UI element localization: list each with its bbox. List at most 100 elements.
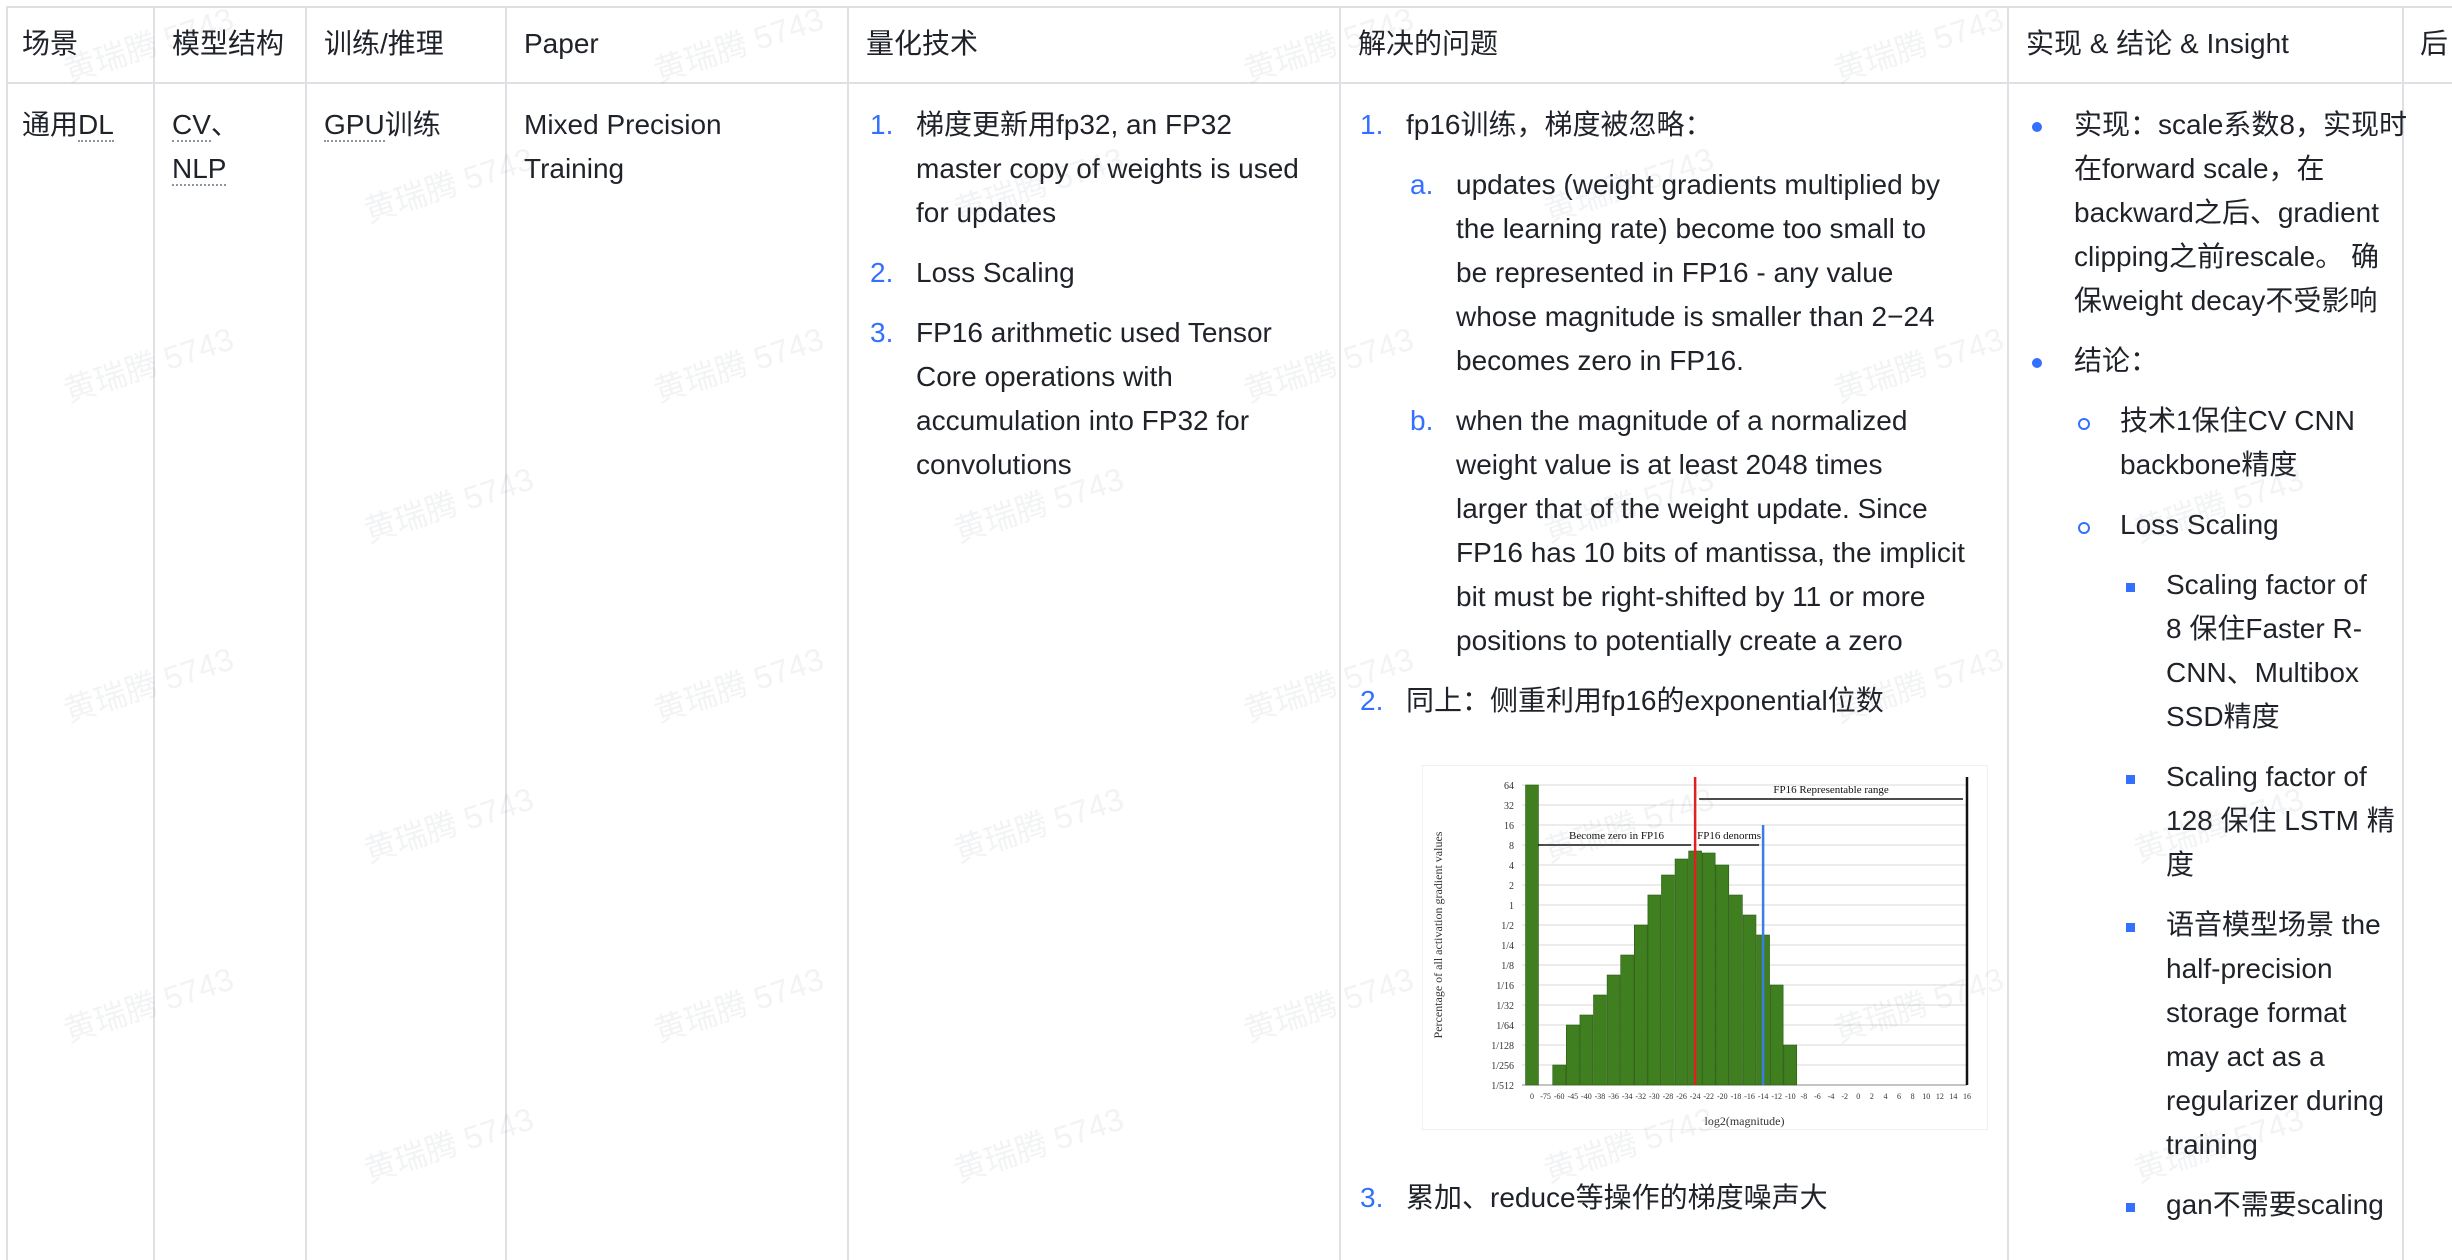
cell-train-infer[interactable]: GPU训练: [324, 103, 441, 147]
y-tick-label: 1: [1509, 901, 1514, 912]
insight-line: 实现：scale系数8，实现时: [2074, 109, 2407, 140]
x-tick-label: -26: [1676, 1092, 1687, 1101]
watermark-text: 黄瑞腾 5743: [949, 780, 1128, 870]
sub-line: updates (weight gradients multiplied by: [1456, 169, 1941, 200]
scaling-item-4: gan不需要scaling: [2120, 1183, 2418, 1227]
histogram-bar: [1742, 914, 1757, 1086]
header-model[interactable]: 模型结构: [172, 24, 284, 64]
y-tick-label: 1/4: [1501, 941, 1514, 952]
bullet-dot: [2032, 358, 2042, 368]
cell-scene[interactable]: 通用DL: [22, 103, 114, 147]
histogram-bar: [1633, 924, 1648, 1086]
scene-text: 通用: [22, 109, 79, 140]
scaling-line: regularizer during: [2166, 1085, 2384, 1116]
x-tick-label: -45: [1567, 1092, 1578, 1101]
header-insight[interactable]: 实现 & 结论 & Insight: [2026, 24, 2289, 64]
problem-number: 2.: [1360, 685, 1384, 716]
scaling-line: 语音模型场景 the: [2166, 909, 2381, 940]
paper-line: Training: [524, 153, 625, 184]
y-tick-label: 1/64: [1496, 1021, 1514, 1032]
histogram-bar: [1661, 874, 1675, 1086]
conclusion-label: 结论：: [2074, 345, 2159, 376]
scaling-item-1: Scaling factor of 8 保住Faster R- CNN、Mult…: [2120, 563, 2418, 739]
bullet-square: [2126, 775, 2135, 784]
x-tick-label: -28: [1663, 1092, 1674, 1101]
scaling-item-2: Scaling factor of 128 保住 LSTM 精 度: [2120, 755, 2418, 887]
watermark-text: 黄瑞腾 5743: [359, 780, 538, 870]
conclusion-line: 技术1保住CV CNN: [2120, 405, 2355, 436]
bullet-ring: [2078, 522, 2090, 534]
sub-line: weight value is at least 2048 times: [1456, 449, 1883, 480]
header-scene[interactable]: 场景: [22, 24, 78, 64]
conclusion-line: backbone精度: [2120, 449, 2298, 480]
x-tick-label: -8: [1801, 1092, 1808, 1101]
train-text: 训练: [384, 109, 441, 140]
watermark-text: 黄瑞腾 5743: [59, 320, 238, 410]
x-axis-label: log2(magnitude): [1705, 1114, 1785, 1128]
annotation-text: FP16 Representable range: [1773, 784, 1889, 796]
x-tick-label: -18: [1731, 1092, 1742, 1101]
insight-line: clipping之前rescale。 确: [2074, 241, 2379, 272]
x-tick-label: -20: [1717, 1092, 1728, 1101]
y-tick-label: 64: [1504, 781, 1514, 792]
histogram-bar: [1552, 1064, 1566, 1086]
watermark-text: 黄瑞腾 5743: [949, 1100, 1128, 1190]
scaling-line: training: [2166, 1129, 2258, 1160]
bullet-square: [2126, 923, 2135, 932]
model-nlp: NLP: [172, 153, 227, 186]
header-paper[interactable]: Paper: [524, 24, 599, 64]
gradient-histogram-svg: 64321684211/21/41/81/161/321/641/1281/25…: [1421, 764, 1989, 1131]
col-border: [505, 6, 507, 1260]
col-border: [2007, 6, 2009, 1260]
header-technique[interactable]: 量化技术: [866, 24, 978, 64]
y-tick-label: 2: [1509, 881, 1514, 892]
histogram-bar: [1647, 894, 1662, 1086]
scaling-line: Scaling factor of: [2166, 761, 2367, 792]
cell-technique[interactable]: 1. 梯度更新用fp32, an FP32 master copy of wei…: [870, 103, 1330, 503]
col-border: [6, 6, 8, 1260]
cell-paper[interactable]: Mixed Precision Training: [524, 103, 844, 191]
scaling-line: 128 保住 LSTM 精: [2166, 805, 2395, 836]
gradient-histogram-figure[interactable]: 64 32 16 8 4 2 1 1/2 1/4 1/8 1/16 1/32 1/64 1/128 1/25…: [1421, 764, 1989, 1131]
tech-line: accumulation into FP32 for: [916, 405, 1250, 436]
histogram-bar: [1620, 954, 1634, 1086]
annotation-text: Become zero in FP16: [1569, 830, 1665, 842]
tech-line: Loss Scaling: [916, 257, 1075, 288]
problem-number: 1.: [1360, 109, 1384, 140]
x-tick-label: 8: [1911, 1092, 1915, 1101]
x-tick-label: -60: [1554, 1092, 1565, 1101]
histogram-bar: [1593, 994, 1607, 1086]
x-tick-label: 0: [1530, 1092, 1534, 1101]
x-tick-label: 0: [1856, 1092, 1860, 1101]
cell-insight[interactable]: 实现：scale系数8，实现时 在forward scale，在 backwar…: [2028, 103, 2418, 1243]
cell-problem[interactable]: 1. fp16训练，梯度被忽略： a. updates (weight grad…: [1360, 103, 2000, 739]
x-tick-label: -36: [1608, 1092, 1619, 1101]
model-sep: 、: [210, 109, 239, 140]
y-tick-label: 8: [1509, 841, 1514, 852]
x-tick-label: -40: [1581, 1092, 1592, 1101]
histogram-bar: [1783, 1044, 1798, 1086]
y-tick-label: 1/128: [1491, 1041, 1514, 1052]
insight-line: 在forward scale，在: [2074, 153, 2325, 184]
problem-sub-a: a. updates (weight gradients multiplied …: [1410, 163, 2000, 383]
bullet-square: [2126, 583, 2135, 592]
histogram-bar: [1729, 894, 1743, 1086]
sub-line: positions to potentially create a zero: [1456, 625, 1903, 656]
histogram-bar: [1715, 864, 1730, 1086]
header-train-infer[interactable]: 训练/推理: [324, 24, 444, 64]
y-tick-label: 1/8: [1501, 961, 1514, 972]
header-problem[interactable]: 解决的问题: [1358, 24, 1498, 64]
cell-model[interactable]: CV、 NLP: [172, 103, 292, 191]
x-tick-label: -34: [1622, 1092, 1633, 1101]
problem-text: fp16训练，梯度被忽略：: [1406, 109, 1713, 140]
tech-item-3: 3. FP16 arithmetic used Tensor Core oper…: [870, 311, 1330, 487]
tech-number: 3.: [870, 317, 894, 348]
scaling-line: storage format: [2166, 997, 2347, 1028]
watermark-text: 黄瑞腾 5743: [1239, 960, 1418, 1050]
sub-line: whose magnitude is smaller than 2−24: [1456, 301, 1935, 332]
histogram-bar: [1606, 974, 1621, 1086]
y-tick-label: 1/2: [1501, 921, 1514, 932]
scaling-item-3: 语音模型场景 the half-precision storage format…: [2120, 903, 2418, 1167]
x-tick-label: -12: [1771, 1092, 1782, 1101]
watermark-text: 黄瑞腾 5743: [59, 960, 238, 1050]
